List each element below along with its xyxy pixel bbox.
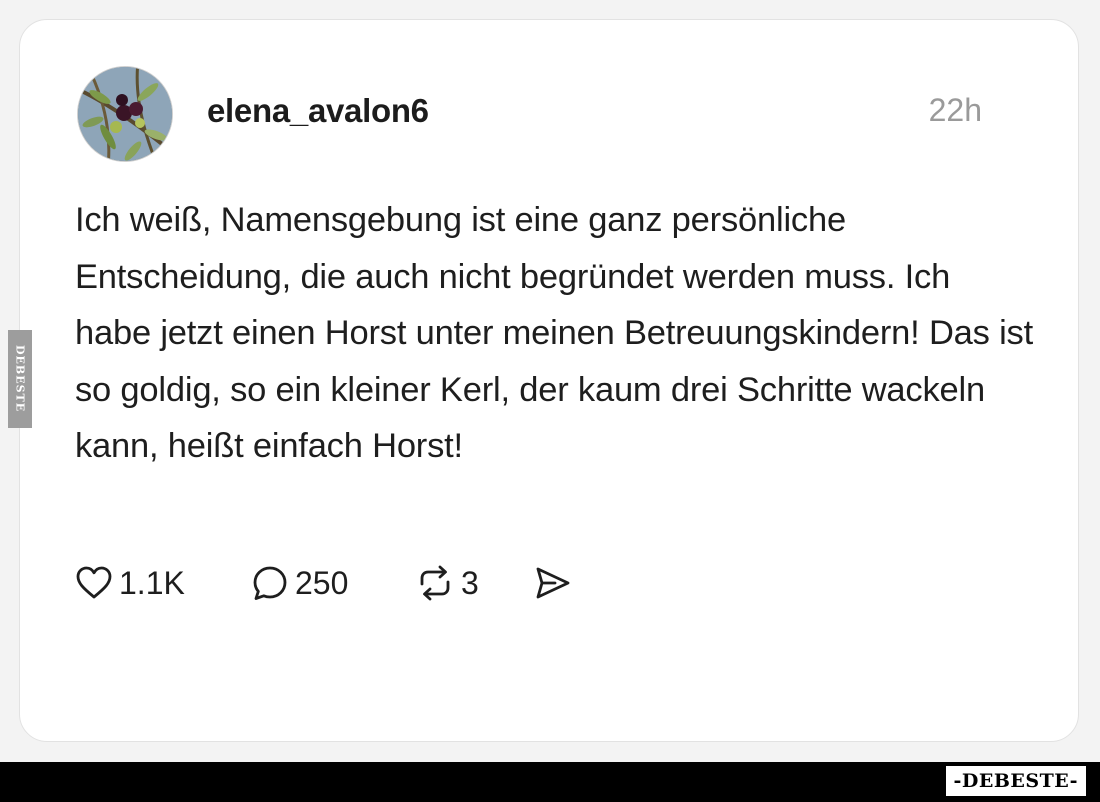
post-text: Ich weiß, Namensgebung ist eine ganz per… (75, 201, 1033, 465)
send-icon (536, 567, 570, 599)
share-button[interactable] (533, 558, 573, 608)
heart-icon (76, 566, 112, 599)
repost-button[interactable]: 3 (415, 558, 479, 608)
repost-count: 3 (461, 564, 479, 601)
repost-icon (420, 565, 450, 601)
avatar-olive-branch-image (78, 67, 172, 161)
side-watermark: DEBESTE (8, 330, 32, 428)
bottom-bar: -DEBESTE- (0, 762, 1100, 802)
reply-button[interactable]: 250 (251, 558, 348, 608)
post-timestamp: 22h (928, 92, 982, 128)
reply-count: 250 (295, 564, 349, 601)
like-button[interactable]: 1.1K (75, 558, 185, 608)
side-watermark-text: DEBESTE (13, 345, 27, 413)
comment-icon (253, 566, 287, 600)
username[interactable]: elena_avalon6 (207, 92, 429, 130)
like-count: 1.1K (119, 564, 185, 601)
post-card: elena_avalon6 22h Ich weiß, Namensgebung… (19, 19, 1079, 742)
avatar[interactable] (77, 66, 173, 162)
bottom-watermark: -DEBESTE- (945, 766, 1086, 796)
